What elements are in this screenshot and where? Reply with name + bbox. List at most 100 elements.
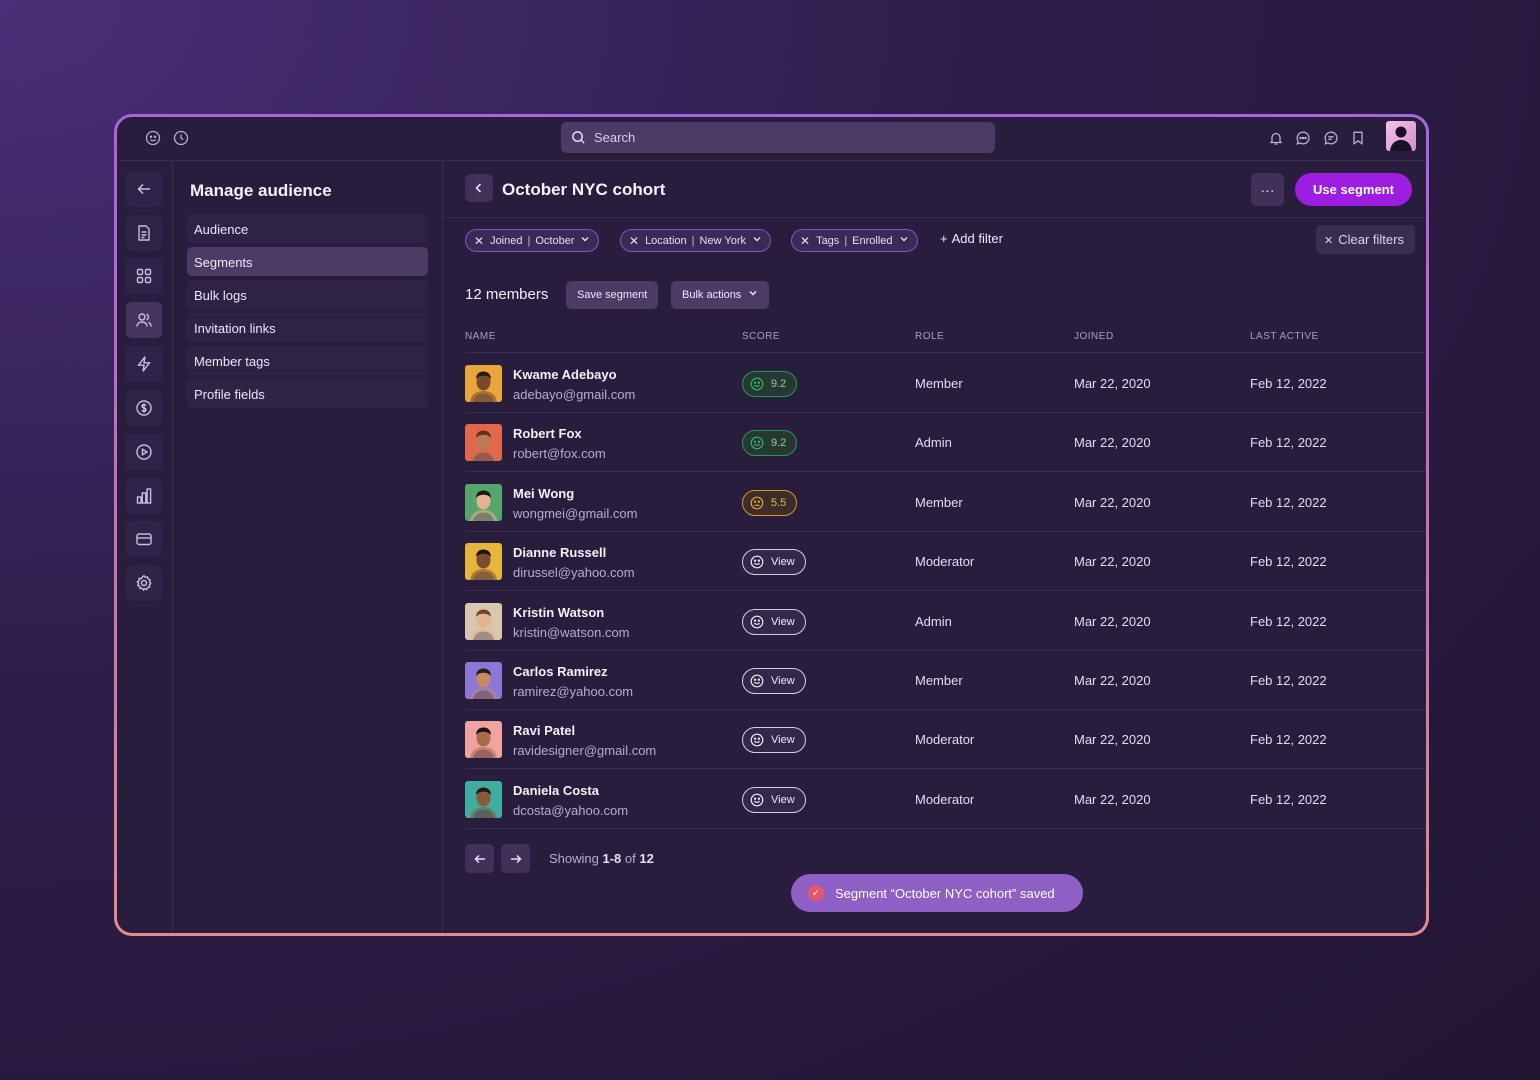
chevron-down-icon xyxy=(748,289,758,301)
member-email: adebayo@gmail.com xyxy=(513,387,636,402)
check-icon: ✓ xyxy=(808,885,824,901)
emoji-icon[interactable] xyxy=(145,130,161,146)
chevron-down-icon xyxy=(752,234,762,247)
icon-rail xyxy=(117,161,173,933)
member-name[interactable]: Kwame Adebayo xyxy=(513,367,617,382)
filter-key: Tags xyxy=(816,234,840,247)
member-last-active: Feb 12, 2022 xyxy=(1250,673,1327,688)
close-icon[interactable]: ✕ xyxy=(474,234,484,248)
score-badge[interactable]: View xyxy=(742,608,806,635)
table-row[interactable]: Ravi Patel ravidesigner@gmail.com View Mode… xyxy=(465,710,1426,770)
bar-chart-icon[interactable] xyxy=(126,478,162,514)
table-row[interactable]: Mei Wong wongmei@gmail.com 5.5 Member Mar 22… xyxy=(465,473,1426,532)
column-header-score[interactable]: SCORE xyxy=(742,331,780,342)
clear-filters-button[interactable]: ✕ Clear filters xyxy=(1316,225,1415,254)
member-email: wongmei@gmail.com xyxy=(513,505,638,521)
member-last-active: Feb 12, 2022 xyxy=(1250,791,1327,807)
close-icon[interactable]: ✕ xyxy=(800,234,810,248)
member-name[interactable]: Kristin Watson xyxy=(513,605,604,620)
dollar-icon[interactable] xyxy=(126,390,162,426)
clock-icon[interactable] xyxy=(173,130,189,146)
score-badge: 9.2 xyxy=(742,371,798,397)
score-badge[interactable]: View xyxy=(742,549,806,576)
nav-item-profile-fields[interactable]: Profile fields xyxy=(187,379,428,408)
member-joined: Mar 22, 2020 xyxy=(1074,791,1151,807)
member-name[interactable]: Daniela Costa xyxy=(513,783,599,798)
bookmark-icon[interactable] xyxy=(1350,130,1366,146)
gear-icon[interactable] xyxy=(126,565,162,601)
member-last-active: Feb 12, 2022 xyxy=(1250,376,1327,391)
member-joined: Mar 22, 2020 xyxy=(1074,494,1151,510)
member-role: Member xyxy=(915,673,963,688)
table-row[interactable]: Daniela Costa dcosta@yahoo.com View Moderat… xyxy=(465,770,1426,829)
bolt-icon[interactable] xyxy=(126,346,162,382)
search-input[interactable]: Search xyxy=(561,122,995,153)
user-avatar[interactable] xyxy=(1386,121,1416,151)
next-page-button[interactable] xyxy=(501,844,530,873)
member-email: ramirez@yahoo.com xyxy=(513,684,634,699)
message-icon[interactable] xyxy=(1323,130,1339,146)
more-options-button[interactable]: ··· xyxy=(1251,173,1284,206)
play-icon[interactable] xyxy=(126,434,162,470)
card-icon[interactable] xyxy=(126,521,162,557)
nav-item-member-tags[interactable]: Member tags xyxy=(187,346,428,375)
add-filter-button[interactable]: + Add filter xyxy=(940,231,1003,246)
score-badge: 9.2 xyxy=(742,430,798,457)
back-button[interactable] xyxy=(465,174,493,202)
score-value: View xyxy=(771,615,795,628)
avatar xyxy=(465,662,502,699)
score-badge[interactable]: View xyxy=(742,786,806,813)
main-content: October NYC cohort ··· Use segment ✕ Joi… xyxy=(443,161,1426,933)
smile-icon xyxy=(750,377,764,391)
member-name[interactable]: Mei Wong xyxy=(513,486,574,501)
score-value: 9.2 xyxy=(771,378,787,390)
nav-item-segments[interactable]: Segments xyxy=(187,247,428,276)
bell-icon[interactable] xyxy=(1268,130,1284,146)
table-row[interactable]: Robert Fox robert@fox.com 9.2 Admin Mar 22, … xyxy=(465,413,1426,473)
save-segment-button[interactable]: Save segment xyxy=(566,281,659,309)
score-value: View xyxy=(771,556,795,569)
filter-value: Enrolled xyxy=(852,234,893,247)
nav-title: Manage audience xyxy=(190,181,332,200)
member-name[interactable]: Robert Fox xyxy=(513,426,582,441)
bulk-actions-button[interactable]: Bulk actions xyxy=(671,281,770,309)
avatar xyxy=(465,602,502,640)
users-icon[interactable] xyxy=(126,302,162,338)
member-name[interactable]: Dianne Russell xyxy=(513,545,606,560)
table-header: NAME SCORE ROLE JOINED LAST ACTIVE xyxy=(465,321,1426,353)
table-row[interactable]: Kristin Watson kristin@watson.com View Admi… xyxy=(465,592,1426,651)
column-header-name[interactable]: NAME xyxy=(465,331,496,342)
chevron-down-icon xyxy=(899,234,909,247)
score-badge[interactable]: View xyxy=(742,668,806,694)
arrow-left-icon[interactable] xyxy=(126,171,162,207)
document-icon[interactable] xyxy=(126,215,162,251)
table-row[interactable]: Carlos Ramirez ramirez@yahoo.com View Membe… xyxy=(465,651,1426,710)
filter-chip-location[interactable]: ✕ Location | New York xyxy=(620,229,771,252)
score-badge[interactable]: View xyxy=(742,727,806,754)
close-icon[interactable]: ✕ xyxy=(629,234,639,248)
use-segment-button[interactable]: Use segment xyxy=(1295,173,1412,206)
nav-item-invitation-links[interactable]: Invitation links xyxy=(187,313,428,342)
previous-page-button[interactable] xyxy=(465,844,494,873)
column-header-role[interactable]: ROLE xyxy=(915,331,944,342)
table-row[interactable]: Dianne Russell dirussel@yahoo.com View Mode… xyxy=(465,532,1426,592)
nav-item-bulk-logs[interactable]: Bulk logs xyxy=(187,280,428,309)
member-joined: Mar 22, 2020 xyxy=(1074,554,1151,570)
table-row[interactable]: Kwame Adebayo adebayo@gmail.com 9.2 Member M… xyxy=(465,354,1426,413)
nav-item-audience[interactable]: Audience xyxy=(187,214,428,243)
filter-chip-joined[interactable]: ✕ Joined | October xyxy=(465,229,600,252)
chat-icon[interactable] xyxy=(1295,130,1311,146)
grid-icon[interactable] xyxy=(126,258,162,294)
avatar xyxy=(465,543,502,581)
column-header-joined[interactable]: JOINED xyxy=(1074,331,1114,342)
filter-value: October xyxy=(535,234,575,247)
plus-icon: + xyxy=(940,231,948,246)
app-window: Search Manage audience Audience Segments… xyxy=(117,117,1426,933)
column-header-last-active[interactable]: LAST ACTIVE xyxy=(1250,331,1319,342)
member-joined: Mar 22, 2020 xyxy=(1074,435,1151,451)
filter-chip-tags[interactable]: ✕ Tags | Enrolled xyxy=(791,229,918,252)
member-joined: Mar 22, 2020 xyxy=(1074,376,1151,391)
top-bar: Search xyxy=(117,117,1426,161)
member-name[interactable]: Carlos Ramirez xyxy=(513,664,608,679)
member-name[interactable]: Ravi Patel xyxy=(513,723,575,738)
